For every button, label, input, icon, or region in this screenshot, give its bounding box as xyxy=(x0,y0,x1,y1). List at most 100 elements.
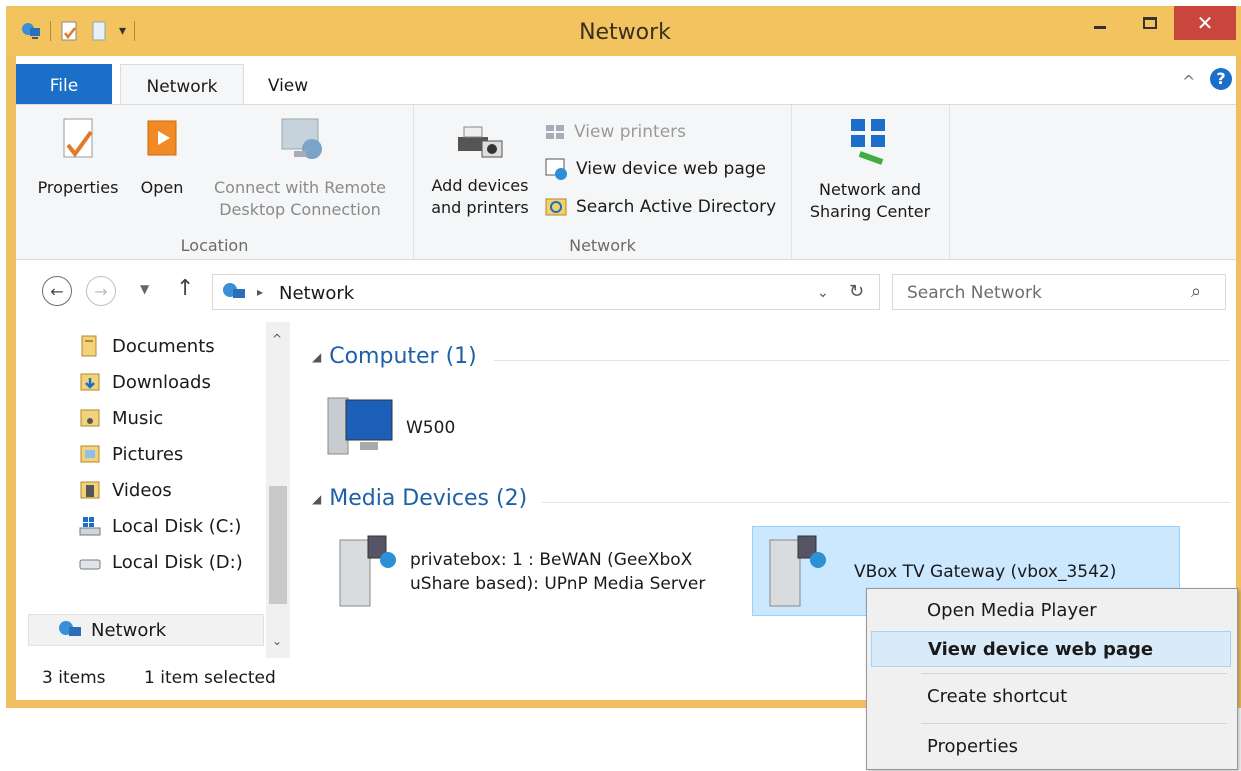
breadcrumb-chevron-icon[interactable]: ▸ xyxy=(257,285,263,299)
drive-icon xyxy=(79,559,101,570)
remote-desktop-icon xyxy=(281,118,322,159)
item-label-line1: privatebox: 1 : BeWAN (GeeXboX xyxy=(410,550,693,570)
help-icon[interactable]: ? xyxy=(1210,68,1232,90)
nav-item-downloads[interactable]: Downloads xyxy=(78,370,211,394)
connect-remote-desktop-button[interactable]: Connect with Remote Desktop Connection xyxy=(200,115,400,221)
item-label: privatebox: 1 : BeWAN (GeeXboX uShare ba… xyxy=(410,548,705,596)
item-label: W500 xyxy=(406,418,456,438)
open-button[interactable]: Open xyxy=(134,115,190,199)
title-bar[interactable]: ▾ Network ✕ xyxy=(6,6,1241,56)
ribbon: Properties Open Connect with Remote Desk… xyxy=(16,104,1236,261)
tab-view[interactable]: View xyxy=(252,64,324,104)
network-sharing-center-button[interactable]: Network and Sharing Center xyxy=(798,115,942,223)
close-button[interactable]: ✕ xyxy=(1174,6,1236,40)
open-label: Open xyxy=(140,178,184,197)
media-devices-group-header[interactable]: ◢ Media Devices (2) xyxy=(312,486,527,511)
navigation-pane: Documents Downloads Music Pictures Video… xyxy=(16,322,290,658)
connect-label-line2: Desktop Connection xyxy=(219,200,381,219)
menu-separator xyxy=(921,673,1227,674)
connect-label-line1: Connect with Remote xyxy=(213,178,386,197)
network-group: Add devices and printers View printers V… xyxy=(414,105,792,261)
selection-count: 1 item selected xyxy=(144,668,276,688)
search-icon[interactable]: ⌕ xyxy=(1191,281,1201,302)
forward-arrow-icon: → xyxy=(94,281,108,301)
media-server-icon xyxy=(339,535,396,607)
back-arrow-icon: ← xyxy=(50,281,64,301)
properties-label: Properties xyxy=(37,178,119,197)
nav-item-local-disk-d[interactable]: Local Disk (D:) xyxy=(78,550,243,574)
recent-locations-icon[interactable]: ▼ xyxy=(140,282,149,296)
divider xyxy=(494,360,1230,361)
maximize-button[interactable] xyxy=(1126,6,1174,40)
media-item-privatebox[interactable]: privatebox: 1 : BeWAN (GeeXboX uShare ba… xyxy=(334,532,705,612)
collapse-icon[interactable]: ◢ xyxy=(312,350,321,364)
network-icon xyxy=(223,283,245,298)
nav-item-network[interactable]: Network xyxy=(28,614,264,646)
context-menu: Open Media Player View device web page C… xyxy=(866,588,1238,770)
web-page-icon xyxy=(545,158,567,180)
search-active-directory-button[interactable]: Search Active Directory xyxy=(544,195,776,219)
location-group-label: Location xyxy=(180,236,249,255)
add-devices-button[interactable]: Add devices and printers xyxy=(420,123,540,219)
scrollbar-thumb[interactable] xyxy=(269,486,287,604)
minimize-ribbon-icon[interactable]: ^ xyxy=(1182,72,1195,91)
view-printers-button[interactable]: View printers xyxy=(544,121,686,143)
documents-folder-icon xyxy=(81,335,97,357)
computer-group-header[interactable]: ◢ Computer (1) xyxy=(312,344,477,369)
view-printers-label: View printers xyxy=(574,122,686,142)
nav-network-label: Network xyxy=(91,619,167,641)
collapse-icon[interactable]: ◢ xyxy=(312,492,321,506)
ribbon-tab-row: File Network View ^ ? xyxy=(16,56,1236,105)
media-server-icon xyxy=(769,535,826,607)
scroll-down-icon[interactable]: ⌄ xyxy=(272,634,282,648)
nav-item-label: Local Disk (C:) xyxy=(112,515,242,537)
group-title: Media Devices (2) xyxy=(329,486,528,511)
forward-button[interactable]: → xyxy=(86,276,116,306)
menu-separator xyxy=(921,723,1227,724)
minimize-button[interactable] xyxy=(1076,6,1124,40)
add-devices-line2: and printers xyxy=(431,198,529,217)
nav-item-documents[interactable]: Documents xyxy=(78,334,215,358)
music-folder-icon xyxy=(80,409,100,427)
breadcrumb-network[interactable]: Network xyxy=(279,283,354,304)
computer-item-w500[interactable]: W500 xyxy=(324,392,455,464)
menu-item-view-device-web-page[interactable]: View device web page xyxy=(871,631,1231,667)
nav-item-pictures[interactable]: Pictures xyxy=(78,442,183,466)
nav-item-videos[interactable]: Videos xyxy=(78,478,172,502)
add-devices-line1: Add devices xyxy=(431,176,529,195)
tab-file[interactable]: File xyxy=(16,64,112,104)
divider xyxy=(542,502,1230,503)
properties-button[interactable]: Properties xyxy=(32,115,124,199)
up-arrow-icon[interactable]: ↑ xyxy=(176,276,194,301)
nav-item-label: Downloads xyxy=(112,371,211,393)
nav-item-local-disk-c[interactable]: Local Disk (C:) xyxy=(78,514,241,538)
sharing-group: Network and Sharing Center xyxy=(792,105,950,261)
nav-item-label: Local Disk (D:) xyxy=(112,551,243,573)
view-device-web-page-label: View device web page xyxy=(576,159,767,179)
address-bar[interactable]: ▸ Network ⌄ ↻ xyxy=(212,274,880,310)
search-placeholder: Search Network xyxy=(907,283,1042,303)
nav-item-label: Music xyxy=(112,407,164,429)
printer-camera-icon xyxy=(458,126,503,158)
nav-item-music[interactable]: Music xyxy=(78,406,163,430)
back-button[interactable]: ← xyxy=(42,276,72,306)
open-media-icon xyxy=(147,120,177,156)
network-group-label: Network xyxy=(569,236,636,255)
item-label: VBox TV Gateway (vbox_3542) xyxy=(854,562,1117,582)
menu-item-open-media-player[interactable]: Open Media Player xyxy=(871,593,1231,629)
refresh-icon[interactable]: ↻ xyxy=(849,281,864,302)
nav-scrollbar[interactable]: ^ ⌄ xyxy=(266,322,290,658)
system-drive-icon xyxy=(79,517,101,536)
directory-search-icon xyxy=(545,198,567,216)
item-count: 3 items xyxy=(42,668,106,688)
close-icon: ✕ xyxy=(1196,11,1214,35)
address-history-icon[interactable]: ⌄ xyxy=(817,285,829,301)
videos-folder-icon xyxy=(80,481,100,499)
tab-network[interactable]: Network xyxy=(120,64,244,105)
nav-item-label: Documents xyxy=(112,335,215,357)
search-box[interactable]: Search Network ⌕ xyxy=(892,274,1226,310)
view-device-web-page-button[interactable]: View device web page xyxy=(544,157,766,181)
menu-item-properties[interactable]: Properties xyxy=(871,729,1231,765)
menu-item-create-shortcut[interactable]: Create shortcut xyxy=(871,679,1231,715)
scroll-up-icon[interactable]: ^ xyxy=(272,332,282,346)
